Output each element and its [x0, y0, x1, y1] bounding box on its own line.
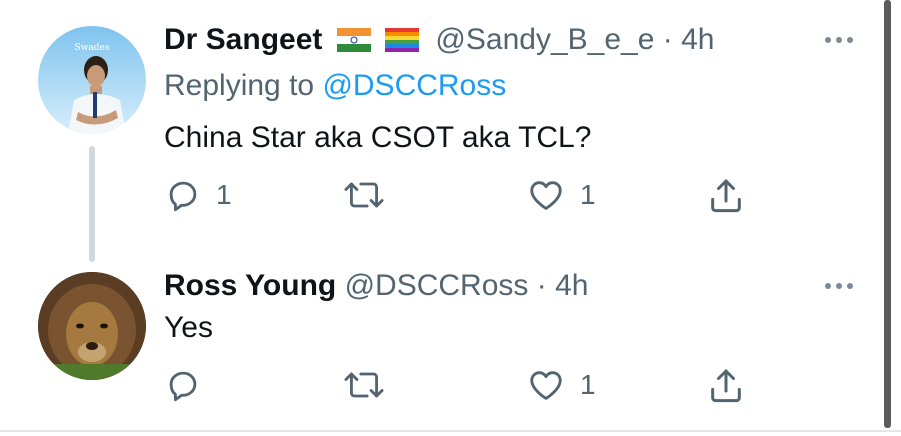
like-icon: [530, 181, 562, 210]
timestamp[interactable]: 4h: [555, 269, 588, 302]
like-button[interactable]: 1: [526, 176, 596, 214]
india-flag-icon: [336, 28, 371, 52]
avatar-image: [38, 272, 146, 380]
retweet-icon: [344, 182, 384, 208]
more-icon[interactable]: [820, 276, 860, 296]
share-icon: [711, 179, 741, 213]
rainbow-flag-icon: [385, 28, 420, 52]
tweet-header: Ross Young @DSCCRoss · 4h: [164, 268, 588, 304]
timestamp[interactable]: 4h: [681, 23, 714, 56]
like-count: 1: [580, 369, 596, 400]
separator: ·: [536, 269, 547, 302]
avatar-caption: Swades: [75, 43, 110, 53]
share-button[interactable]: [706, 176, 746, 216]
separator: ·: [662, 23, 673, 56]
share-icon: [711, 369, 741, 403]
more-icon[interactable]: [820, 30, 860, 50]
scrollbar[interactable]: [884, 0, 891, 428]
reply-button[interactable]: 1: [164, 176, 232, 214]
replying-to-label: Replying to: [164, 69, 315, 102]
reply-count: 1: [216, 179, 232, 210]
retweet-button[interactable]: [342, 176, 400, 214]
divider: [0, 430, 901, 432]
tweet-header: Dr Sangeet @Sandy_B_e_e · 4h: [164, 22, 714, 58]
replying-to-mention[interactable]: @DSCCRoss: [322, 69, 506, 102]
avatar-image: Swades: [38, 26, 146, 134]
handle[interactable]: @Sandy_B_e_e: [435, 23, 654, 56]
avatar[interactable]: Swades: [38, 26, 146, 134]
like-count: 1: [580, 179, 596, 210]
display-name[interactable]: Ross Young: [164, 269, 336, 302]
retweet-button[interactable]: [342, 366, 400, 404]
display-name[interactable]: Dr Sangeet: [164, 23, 322, 56]
handle[interactable]: @DSCCRoss: [345, 269, 529, 302]
like-icon: [530, 371, 562, 400]
replying-to: Replying to @DSCCRoss: [164, 68, 506, 104]
avatar[interactable]: [38, 272, 146, 380]
thread-connector-line: [89, 146, 95, 262]
reply-icon: [169, 181, 197, 212]
retweet-icon: [344, 372, 384, 398]
share-button[interactable]: [706, 366, 746, 406]
tweet-text: Yes: [164, 311, 213, 344]
tweet-text: China Star aka CSOT aka TCL?: [164, 121, 592, 154]
like-button[interactable]: 1: [526, 366, 596, 404]
reply-icon: [169, 371, 197, 402]
reply-button[interactable]: [164, 366, 216, 404]
